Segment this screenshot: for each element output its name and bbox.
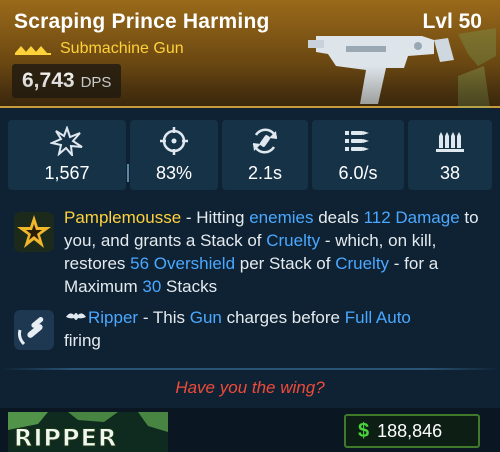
- stat-damage: 1,567: [8, 120, 129, 190]
- damage-burst-icon: [50, 126, 83, 156]
- dps-value: 6,743: [22, 69, 75, 92]
- keyword: Gun: [189, 308, 222, 327]
- magazine-icon: [436, 132, 464, 152]
- rarity-chevrons-icon: [15, 46, 51, 55]
- price-box: $ 188,846: [344, 414, 480, 448]
- perk-text: per Stack of: [235, 254, 336, 273]
- crosshair-icon: [160, 127, 188, 155]
- card-footer: RIPPER $ 188,846: [0, 408, 500, 452]
- ripper-logo-icon: RIPPER: [8, 412, 168, 452]
- gun-image: [308, 28, 496, 108]
- stat-value: 2.1s: [247, 163, 283, 183]
- stats-row: 1,567 83% 2.1s 6.0/s 38: [0, 114, 500, 194]
- perk-ripper: Ripper - This Gun charges before Full Au…: [8, 306, 492, 358]
- keyword: enemies: [249, 208, 314, 227]
- keyword: 112: [363, 208, 391, 227]
- flavor-text: Have you the wing?: [175, 378, 325, 397]
- perk-description: Pamplemousse - Hitting enemies deals 112…: [64, 206, 492, 298]
- perk-text: firing: [64, 331, 101, 350]
- keyword: 56 Overshield: [130, 254, 236, 273]
- perk-pamplemousse: Pamplemousse - Hitting enemies deals 112…: [8, 206, 492, 296]
- perk-text: - This: [138, 308, 190, 327]
- perk-description: Ripper - This Gun charges before Full Au…: [64, 306, 492, 352]
- fire-rate-icon: [345, 131, 369, 151]
- stat-fire-rate: 6.0/s: [312, 120, 404, 190]
- stat-value: 1,567: [44, 163, 90, 183]
- perk-text: deals: [313, 208, 364, 227]
- stat-divider: [127, 164, 129, 182]
- perk-name: Pamplemousse: [64, 208, 182, 227]
- ripper-brand-icon: [66, 313, 86, 320]
- star-badge-icon: [14, 212, 54, 252]
- gun-name: Scraping Prince Harming: [14, 10, 270, 33]
- stat-value: 6.0/s: [338, 163, 378, 183]
- dps-unit: DPS: [80, 74, 112, 91]
- flavor-divider: [0, 368, 500, 370]
- stat-value: 83%: [155, 163, 193, 183]
- stat-accuracy: 83%: [130, 120, 218, 190]
- price-value: 188,846: [377, 420, 443, 441]
- keyword: Cruelty: [335, 254, 390, 273]
- item-card: Scraping Prince Harming Lvl 50 Submachin…: [0, 0, 500, 452]
- perk-text: charges before: [221, 308, 345, 327]
- currency-icon: $: [358, 419, 370, 442]
- svg-text:RIPPER: RIPPER: [14, 424, 117, 452]
- keyword: 30: [142, 277, 162, 296]
- stat-reload: 2.1s: [222, 120, 308, 190]
- stat-magazine: 38: [408, 120, 492, 190]
- weapon-type: Submachine Gun: [60, 40, 184, 57]
- stat-value: 38: [439, 163, 461, 183]
- keyword: Damage: [395, 208, 460, 227]
- perk-text: Stacks: [161, 277, 218, 296]
- dps-box: 6,743 DPS: [12, 64, 122, 98]
- rarity-row: Submachine Gun: [14, 40, 184, 58]
- perk-name: Ripper: [88, 308, 139, 327]
- perk-text: - Hitting: [181, 208, 250, 227]
- ripper-bullets-icon: [14, 310, 54, 350]
- keyword: Cruelty: [266, 231, 321, 250]
- keyword: Full Auto: [344, 308, 411, 327]
- reload-icon: [252, 128, 278, 154]
- card-header: Scraping Prince Harming Lvl 50 Submachin…: [0, 0, 500, 108]
